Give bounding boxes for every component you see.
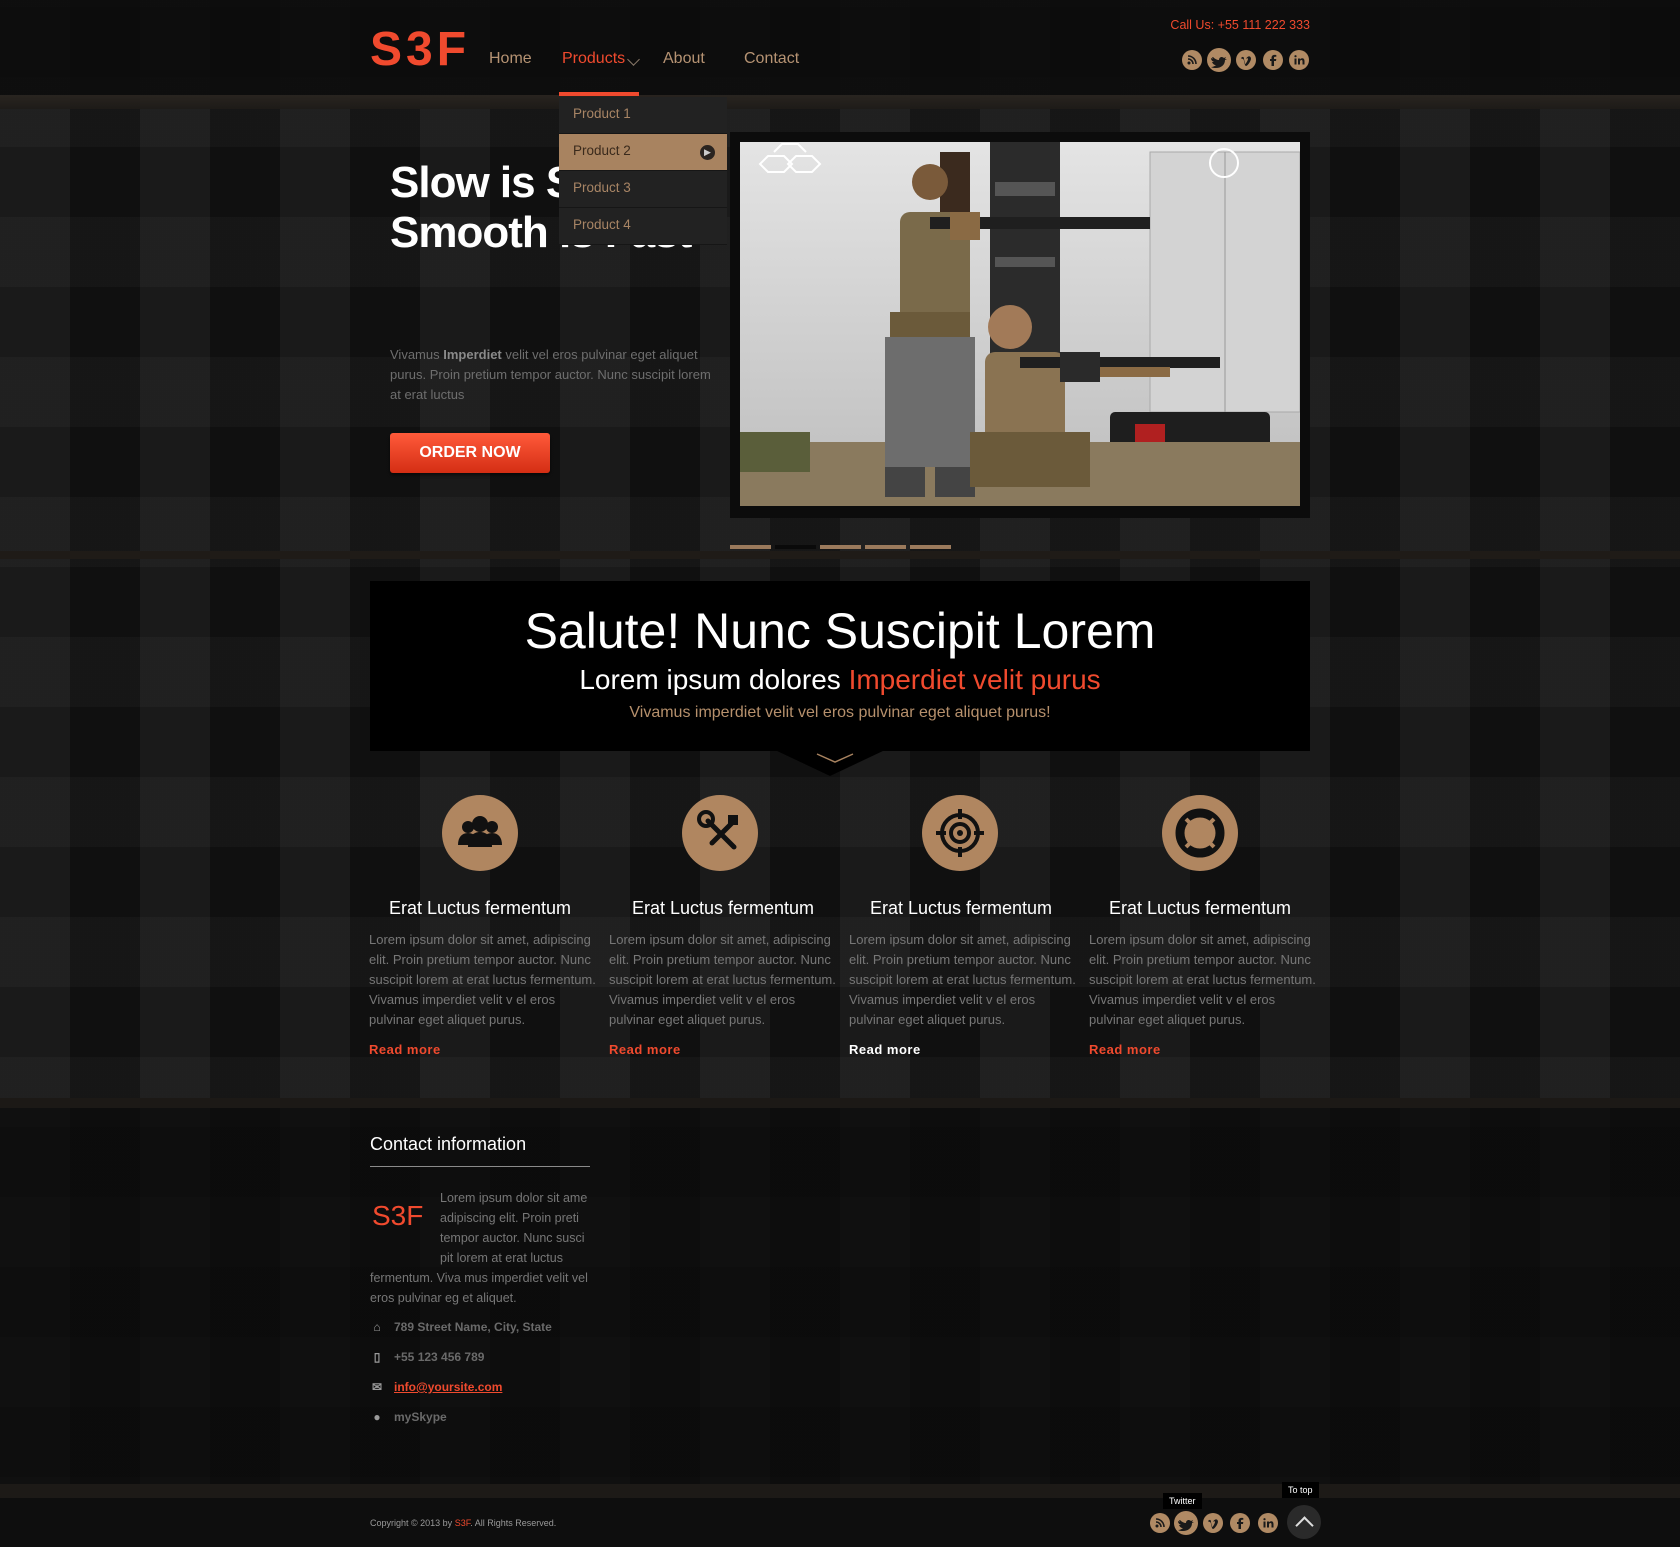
contact-skype: ● mySkype	[370, 1410, 446, 1424]
hero-photo	[740, 142, 1300, 506]
mail-icon: ✉	[371, 1380, 383, 1394]
dropdown-item-product-1[interactable]: Product 1	[559, 97, 727, 134]
rss-icon[interactable]	[1182, 50, 1202, 70]
feature-title: Erat Luctus fermentum	[1108, 898, 1292, 918]
feature-title: Erat Luctus fermentum	[869, 898, 1053, 918]
dropdown-item-label: Product 4	[573, 217, 631, 232]
contact-title: Contact information	[370, 1134, 527, 1154]
hero-text: Vivamus Imperdiet velit vel eros pulvina…	[390, 347, 711, 402]
read-more-link[interactable]: Read more	[849, 1042, 921, 1057]
to-top-tooltip: To top	[1282, 1482, 1319, 1498]
salute-tagline: Vivamus imperdiet velit vel eros pulvina…	[629, 704, 1051, 721]
slider-dot[interactable]	[820, 545, 861, 549]
salute-title: Salute! Nunc Suscipit Lorem	[524, 603, 1156, 659]
nav-active-indicator	[559, 92, 639, 96]
vimeo-icon[interactable]	[1203, 1513, 1223, 1533]
phone-icon: ▯	[373, 1350, 381, 1364]
slider-dot[interactable]	[865, 545, 906, 549]
dropdown-item-product-3[interactable]: Product 3	[559, 171, 727, 208]
read-more-link[interactable]: Read more	[609, 1042, 681, 1057]
products-dropdown: Product 1 Product 2 ▶ Product 3 Product 4	[559, 97, 727, 245]
chevron-right-icon: ▶	[700, 145, 715, 160]
site-logo[interactable]: S3F	[370, 22, 470, 77]
dropdown-item-label: Product 3	[573, 180, 631, 195]
facebook-icon[interactable]	[1230, 1513, 1250, 1533]
read-more-link[interactable]: Read more	[369, 1042, 441, 1057]
chevron-down-icon	[815, 752, 854, 764]
nav-home[interactable]: Home	[489, 50, 532, 68]
dropdown-item-product-4[interactable]: Product 4	[559, 208, 727, 245]
twitter-icon[interactable]	[1207, 48, 1231, 72]
slider-dot[interactable]	[730, 545, 771, 549]
header-bar	[0, 0, 1680, 95]
header-stripe	[0, 95, 1680, 109]
slider-dot-active[interactable]	[775, 545, 816, 549]
salute-subtitle: Lorem ipsum dolores Imperdiet velit puru…	[579, 664, 1101, 695]
team-icon	[442, 795, 518, 871]
dropdown-item-product-2[interactable]: Product 2 ▶	[559, 134, 727, 171]
nav-about[interactable]: About	[663, 50, 705, 68]
read-more-link[interactable]: Read more	[1089, 1042, 1161, 1057]
slider-dot[interactable]	[910, 545, 951, 549]
skype-icon: ●	[373, 1410, 381, 1424]
nav-contact[interactable]: Contact	[744, 50, 799, 68]
target-icon	[922, 795, 998, 871]
tools-icon	[682, 795, 758, 871]
footer-stripe	[0, 1098, 1680, 1108]
bottom-stripe	[0, 1484, 1680, 1498]
order-now-button[interactable]: ORDER NOW	[390, 433, 550, 473]
twitter-icon[interactable]	[1174, 1511, 1198, 1535]
facebook-icon[interactable]	[1263, 50, 1283, 70]
feature-text: Lorem ipsum dolor sit amet, adipiscing e…	[609, 932, 836, 1027]
vimeo-icon[interactable]	[1236, 50, 1256, 70]
contact-phone: ▯ +55 123 456 789	[370, 1350, 485, 1364]
section-divider	[0, 551, 1680, 559]
nav-products[interactable]: Products	[562, 50, 625, 68]
feature-title: Erat Luctus fermentum	[631, 898, 815, 918]
feature-text: Lorem ipsum dolor sit amet, adipiscing e…	[369, 932, 596, 1027]
feature-text: Lorem ipsum dolor sit amet, adipiscing e…	[849, 932, 1076, 1027]
contact-email: ✉ info@yoursite.com	[370, 1380, 502, 1394]
contact-title-underline	[370, 1166, 590, 1167]
rss-icon[interactable]	[1150, 1513, 1170, 1533]
call-us-text: Call Us: +55 111 222 333	[1170, 18, 1310, 32]
email-link[interactable]: info@yoursite.com	[394, 1380, 502, 1394]
dropdown-item-label: Product 1	[573, 106, 631, 121]
feature-text: Lorem ipsum dolor sit amet, adipiscing e…	[1089, 932, 1316, 1027]
bottom-bar	[0, 1498, 1680, 1547]
footer-background	[0, 1108, 1680, 1488]
feature-title: Erat Luctus fermentum	[388, 898, 572, 918]
linkedin-icon[interactable]	[1258, 1513, 1278, 1533]
contact-address: ⌂ 789 Street Name, City, State	[370, 1320, 551, 1334]
home-icon: ⌂	[373, 1320, 381, 1334]
footer-logo: S3F	[372, 1200, 424, 1231]
copyright: Copyright © 2013 by S3F. All Rights Rese…	[370, 1518, 557, 1528]
lifebuoy-icon	[1162, 795, 1238, 871]
linkedin-icon[interactable]	[1289, 50, 1309, 70]
dropdown-item-label: Product 2	[573, 143, 631, 158]
twitter-tooltip: Twitter	[1163, 1493, 1202, 1509]
